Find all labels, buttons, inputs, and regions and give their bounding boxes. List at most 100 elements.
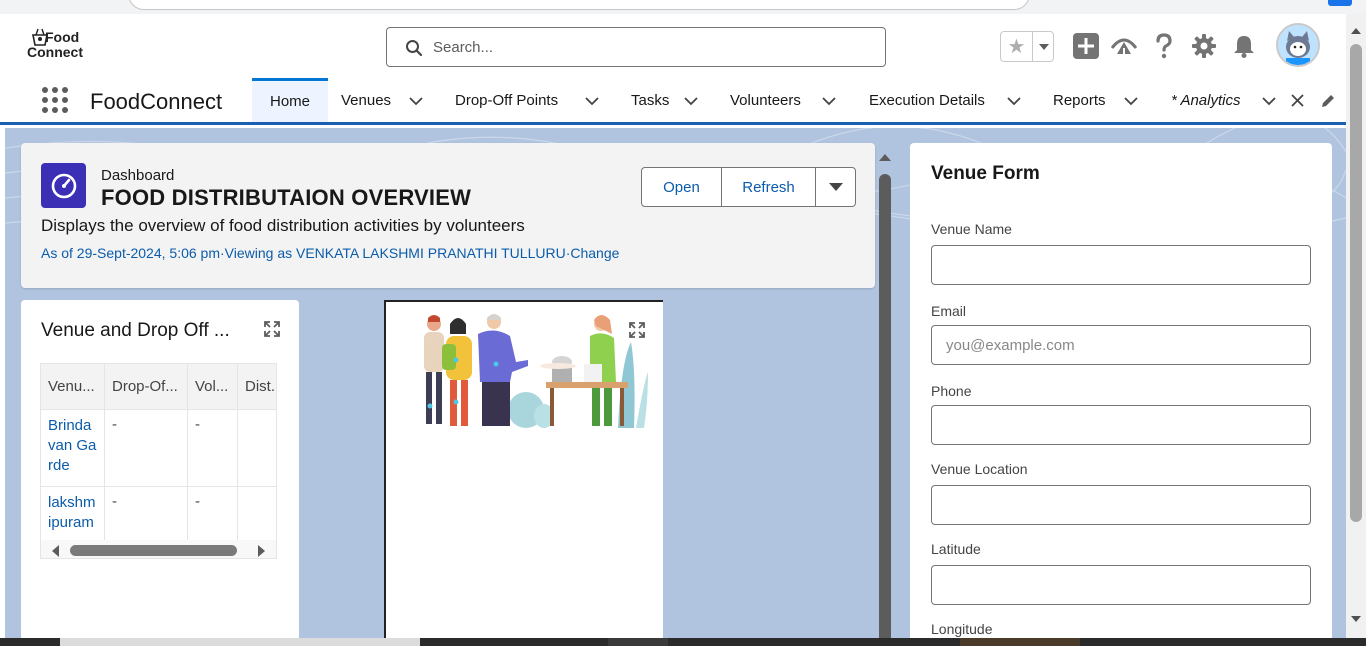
column-header-venue[interactable]: Venu... (41, 364, 105, 409)
logo-text-food: Food (45, 29, 80, 45)
favorite-star-icon[interactable]: ★ (1001, 32, 1032, 61)
volunteers-chevron-down-icon[interactable] (822, 97, 836, 106)
tab-volunteers[interactable]: Volunteers (730, 78, 801, 122)
app-logo[interactable]: Food Connect (26, 24, 86, 66)
table-horizontal-scrollbar[interactable] (41, 540, 276, 558)
table-header-row: Venu... Drop-Of... Vol... Dist... (41, 364, 276, 410)
page-scroll-down-icon[interactable] (1351, 616, 1361, 622)
column-header-dropoff[interactable]: Drop-Of... (105, 364, 188, 409)
trailhead-button[interactable] (1110, 32, 1138, 60)
dashboard-scrollbar[interactable] (876, 148, 894, 638)
venue-link[interactable]: lakshm ipuram (48, 494, 96, 531)
app-name: FoodConnect (90, 89, 223, 114)
tab-drop-off-points[interactable]: Drop-Off Points (455, 78, 558, 122)
volunteers-illustration (424, 314, 648, 428)
os-taskbar (0, 638, 1366, 646)
dashboard-title: FOOD DISTRIBUTAION OVERVIEW (101, 185, 472, 210)
favorites-dropdown-button[interactable] (1032, 32, 1054, 61)
email-input[interactable] (931, 325, 1311, 365)
taskbar-segment (60, 638, 420, 646)
phone-label: Phone (931, 383, 972, 399)
scroll-up-arrow-icon[interactable] (879, 154, 891, 161)
close-tab-icon[interactable] (1291, 94, 1304, 107)
tab-venues-label: Venues (341, 91, 392, 109)
refresh-button[interactable]: Refresh (722, 167, 816, 207)
column-header-distribution[interactable]: Dist... (238, 364, 276, 409)
tab-reports-label: Reports (1053, 91, 1106, 109)
horizontal-scrollbar-thumb[interactable] (70, 545, 237, 556)
venue-dropoff-table-widget: Venue and Drop Off ... Venu... Drop-Of..… (21, 300, 299, 638)
trailhead-icon (1111, 38, 1137, 56)
app-navigation-bar: FoodConnect Home Venues Drop-Off Points … (0, 78, 1346, 125)
dashboard-menu-button[interactable] (816, 167, 856, 207)
volunteer-cell: - (188, 487, 238, 547)
tab-analytics-label: * Analytics (1171, 91, 1241, 109)
setup-button[interactable] (1190, 32, 1218, 60)
latitude-label: Latitude (931, 541, 981, 557)
global-actions-button[interactable] (1072, 32, 1100, 60)
favorites-control[interactable]: ★ (1000, 31, 1054, 62)
reports-chevron-down-icon[interactable] (1124, 97, 1138, 106)
tab-tasks[interactable]: Tasks (631, 78, 669, 122)
caret-down-icon (828, 183, 843, 191)
scroll-right-arrow-icon[interactable] (258, 545, 265, 557)
help-button[interactable] (1150, 32, 1178, 60)
help-icon (1156, 33, 1172, 59)
page-scrollbar[interactable] (1346, 14, 1366, 638)
venue-cell: Brinda van Garde (41, 410, 105, 486)
venue-name-input[interactable] (931, 245, 1311, 285)
tasks-chevron-down-icon[interactable] (684, 97, 698, 106)
table-row: Brinda van Garde - - (41, 410, 276, 487)
page-scrollbar-thumb[interactable] (1350, 44, 1362, 522)
tab-venues[interactable]: Venues (341, 78, 391, 122)
gauge-icon (51, 173, 76, 198)
tab-home[interactable]: Home (252, 78, 328, 122)
gear-icon (1192, 34, 1216, 58)
venue-location-input[interactable] (931, 485, 1311, 525)
venue-form-card: Venue Form Venue Name Email Phone Venue … (910, 143, 1332, 638)
form-title: Venue Form (931, 163, 1040, 184)
distribution-cell (238, 487, 276, 547)
notifications-button[interactable] (1230, 32, 1258, 60)
volunteer-value: - (195, 493, 200, 510)
dashboard-type-label: Dashboard (101, 167, 175, 184)
widget-title: Venue and Drop Off ... (41, 320, 230, 341)
volunteer-value: - (195, 416, 200, 433)
longitude-label: Longitude (931, 621, 993, 637)
global-header: Food Connect ★ (0, 14, 1346, 78)
volunteer-cell: - (188, 410, 238, 486)
venues-chevron-down-icon[interactable] (409, 97, 423, 106)
page-scroll-up-icon[interactable] (1351, 28, 1361, 34)
dashboard-scrollbar-thumb[interactable] (879, 174, 891, 638)
tab-analytics[interactable]: * Analytics (1171, 78, 1240, 122)
drop-off-points-chevron-down-icon[interactable] (585, 97, 599, 106)
latitude-input[interactable] (931, 565, 1311, 605)
global-search[interactable] (386, 27, 886, 67)
dashboard-meta-info[interactable]: As of 29-Sept-2024, 5:06 pm·Viewing as V… (41, 245, 619, 261)
column-header-volunteer[interactable]: Vol... (188, 364, 238, 409)
dashboard-description: Displays the overview of food distributi… (41, 216, 525, 235)
expand-icon[interactable] (629, 322, 645, 338)
dropoff-value: - (112, 416, 117, 433)
add-icon (1073, 33, 1099, 59)
scroll-left-arrow-icon[interactable] (52, 545, 59, 557)
user-avatar[interactable] (1276, 23, 1320, 67)
tab-home-label: Home (269, 93, 310, 110)
dashboard-content-area: Dashboard FOOD DISTRIBUTAION OVERVIEW Di… (5, 128, 1346, 638)
venue-name-label: Venue Name (931, 221, 1012, 237)
astro-avatar-icon (1278, 25, 1318, 65)
tab-reports[interactable]: Reports (1053, 78, 1106, 122)
app-launcher-icon[interactable] (42, 87, 68, 113)
dropoff-value: - (112, 493, 117, 510)
phone-input[interactable] (931, 405, 1311, 445)
venue-link[interactable]: Brinda van Garde (48, 417, 96, 474)
browser-address-bar[interactable] (128, 0, 1030, 10)
expand-icon[interactable] (264, 321, 280, 337)
bell-icon (1234, 36, 1254, 58)
tab-execution-details[interactable]: Execution Details (869, 78, 985, 122)
search-input[interactable] (433, 36, 853, 58)
open-button[interactable]: Open (641, 167, 722, 207)
execution-details-chevron-down-icon[interactable] (1007, 97, 1021, 106)
analytics-chevron-down-icon[interactable] (1262, 97, 1276, 106)
edit-nav-icon[interactable] (1320, 93, 1336, 109)
